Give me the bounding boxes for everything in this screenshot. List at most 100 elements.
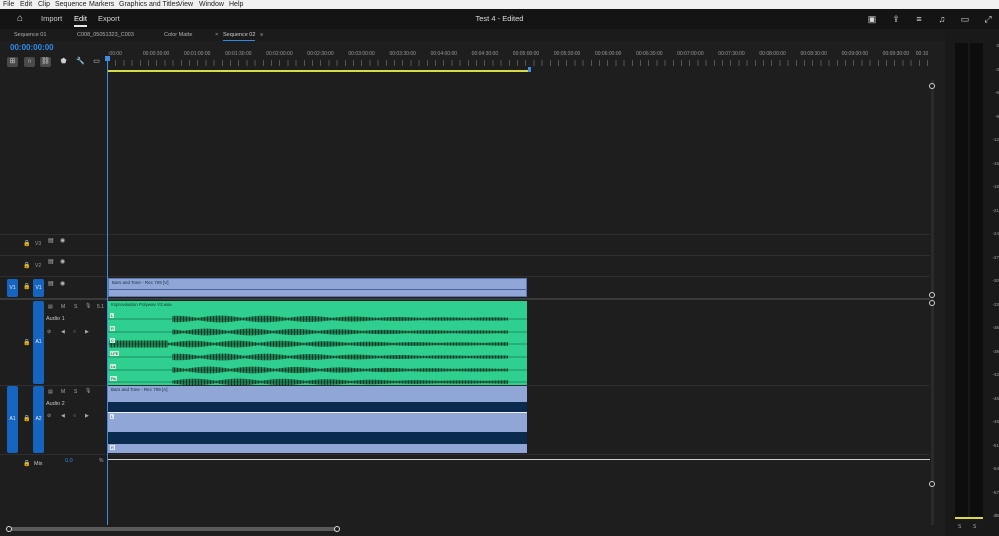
fullscreen-icon[interactable]: ⤢ — [982, 13, 994, 25]
menu-file[interactable]: File — [3, 0, 14, 9]
film-icon[interactable]: ▤ — [48, 258, 54, 265]
keyframe-icon[interactable]: ⊘ — [47, 329, 51, 335]
feedback-icon[interactable]: ▭ — [959, 13, 971, 25]
next-keyframe-icon[interactable]: ▶ — [85, 329, 89, 335]
track-name-v2: V2 — [35, 263, 42, 269]
project-title: Test 4 - Edited — [475, 14, 524, 23]
workspace-icon[interactable]: ▣ — [866, 13, 878, 25]
mute-button[interactable]: M — [61, 389, 65, 395]
keyframe-icon[interactable]: ⊘ — [47, 413, 51, 419]
db-scale-label: -42 — [992, 372, 999, 377]
scroll-handle[interactable] — [929, 481, 935, 487]
ruler-tick-label: 00:07:00:00 — [677, 51, 704, 57]
target-a1[interactable]: A1 — [33, 301, 44, 384]
microphone-icon[interactable]: 🎙 — [85, 303, 91, 309]
menu-edit[interactable]: Edit — [20, 0, 32, 9]
solo-right-button[interactable]: S — [973, 524, 976, 530]
menu-help[interactable]: Help — [229, 0, 243, 9]
clip-bars-and-tone-audio[interactable]: Bars and Tone - Rec 709 [A] L R — [108, 386, 527, 453]
tab-sequence-02[interactable]: Sequence 02 — [223, 30, 256, 41]
target-v1[interactable]: V1 — [33, 279, 44, 297]
solo-button[interactable]: S — [74, 304, 77, 310]
sequence-tabs: Sequence 01 C008_05051323_C003 Color Mat… — [0, 29, 945, 41]
zoom-handle-left[interactable] — [6, 526, 12, 532]
menu-view[interactable]: View — [178, 0, 193, 9]
film-icon[interactable]: ▤ — [48, 237, 54, 244]
zoom-handle-right[interactable] — [334, 526, 340, 532]
volume-line[interactable] — [108, 412, 527, 413]
eye-icon[interactable]: ◉ — [60, 237, 65, 244]
captions-icon[interactable]: ▭ — [91, 57, 102, 67]
tab-c008[interactable]: C008_05051323_C003 — [77, 30, 134, 40]
scroll-handle[interactable] — [929, 300, 935, 306]
tab-sequence-01[interactable]: Sequence 01 — [14, 30, 46, 40]
waveform-channel — [108, 402, 527, 412]
db-scale-label: -24 — [992, 231, 999, 236]
add-keyframe-icon[interactable]: ○ — [73, 329, 76, 335]
lock-icon[interactable]: 🔒 — [23, 460, 30, 467]
opacity-line[interactable] — [109, 289, 526, 290]
track-divider — [0, 234, 930, 235]
out-point-marker[interactable] — [528, 67, 531, 72]
target-a2[interactable]: A2 — [33, 386, 44, 453]
lock-icon[interactable]: 🔒 — [23, 262, 30, 269]
db-scale-label: -45 — [992, 395, 999, 401]
mix-keyframe-icon[interactable]: % — [99, 458, 103, 464]
work-area-bar[interactable] — [108, 70, 529, 72]
wrench-icon[interactable]: 🔧 — [75, 57, 86, 67]
menu-sequence[interactable]: Sequence — [55, 0, 87, 9]
video-audio-divider[interactable] — [0, 298, 930, 300]
close-icon[interactable]: × — [215, 30, 218, 40]
eye-icon[interactable]: ◉ — [60, 280, 65, 287]
lock-icon[interactable]: 🔒 — [23, 240, 30, 247]
waveform-icon — [108, 353, 527, 361]
clip-name: Improvisation Polywav V3.wav — [111, 302, 172, 307]
clip-bars-and-tone-video[interactable]: Bars and Tone - Rec 709 [V] — [108, 278, 527, 297]
lock-icon[interactable]: 🔒 — [23, 283, 30, 290]
notification-icon[interactable]: ♫ — [936, 13, 948, 25]
tab-color-matte[interactable]: Color Matte — [164, 30, 192, 40]
prev-keyframe-icon[interactable]: ◀ — [61, 413, 65, 419]
mix-volume[interactable]: 0.0 — [65, 458, 73, 464]
source-patch-v1[interactable]: V1 — [7, 279, 18, 297]
film-icon[interactable]: ▤ — [48, 280, 54, 287]
db-scale-label: -57 — [992, 489, 999, 495]
mute-button[interactable]: M — [61, 304, 65, 310]
menu-markers[interactable]: Markers — [89, 0, 114, 9]
add-keyframe-icon[interactable]: ○ — [73, 413, 76, 419]
film-icon[interactable]: ▤ — [48, 389, 53, 395]
channel-label: Rs — [110, 376, 117, 381]
waveform-channel: R — [108, 324, 527, 336]
nest-icon[interactable]: ⊞ — [7, 57, 18, 67]
eye-icon[interactable]: ◉ — [60, 258, 65, 265]
next-keyframe-icon[interactable]: ▶ — [85, 413, 89, 419]
mix-volume-line[interactable] — [108, 459, 930, 460]
menu-graphics[interactable]: Graphics and Titles — [119, 0, 179, 9]
prev-keyframe-icon[interactable]: ◀ — [61, 329, 65, 335]
solo-button[interactable]: S — [74, 389, 77, 395]
snap-icon[interactable]: ∩ — [24, 57, 35, 67]
film-icon[interactable]: ▤ — [48, 304, 53, 310]
playhead-timecode[interactable]: 00:00:00:00 — [10, 43, 54, 52]
scroll-handle[interactable] — [929, 83, 935, 89]
time-ruler[interactable]: :00:00 00:00:30:00 00:01:00:00 00:01:30:00 0… — [107, 44, 930, 68]
db-scale-label: 0 — [996, 43, 999, 48]
menu-window[interactable]: Window — [199, 0, 224, 9]
linked-selection-icon[interactable]: ⛓ — [40, 57, 51, 67]
marker-icon[interactable]: ⬟ — [58, 57, 69, 67]
clip-improvisation-audio[interactable]: Improvisation Polywav V3.wav L R C LFE Ls Rs — [108, 301, 527, 386]
lock-icon[interactable]: 🔒 — [23, 339, 30, 346]
list-icon[interactable]: ≡ — [913, 13, 925, 25]
share-icon[interactable]: ⇪ — [890, 13, 902, 25]
source-patch-a1[interactable]: A1 — [7, 386, 18, 453]
horizontal-scrollbar[interactable] — [8, 527, 338, 531]
menu-clip[interactable]: Clip — [38, 0, 50, 9]
playhead[interactable] — [107, 57, 108, 525]
playhead-handle[interactable] — [105, 56, 110, 61]
microphone-icon[interactable]: 🎙 — [85, 388, 91, 394]
db-scale-label: -3 — [994, 66, 999, 72]
solo-left-button[interactable]: S — [958, 524, 961, 530]
tab-menu-icon[interactable]: ≡ — [260, 30, 263, 40]
lock-icon[interactable]: 🔒 — [23, 415, 30, 422]
scroll-handle[interactable] — [929, 292, 935, 298]
